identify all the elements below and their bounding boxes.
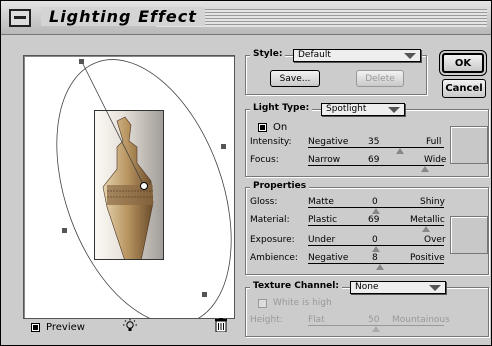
- focus-label: Focus:: [250, 155, 279, 165]
- intensity-low: Negative: [308, 137, 349, 147]
- ambience-thumb[interactable]: [376, 264, 384, 270]
- intensity-high: Full: [426, 137, 442, 147]
- gloss-value: 0: [372, 197, 378, 207]
- title-bar[interactable]: Lighting Effect: [1, 1, 491, 35]
- delete-button[interactable]: Delete: [356, 70, 404, 87]
- ambience-high: Positive: [410, 253, 445, 263]
- height-slider[interactable]: Height: Flat 50 Mountainous: [246, 312, 450, 334]
- ambience-value: 8: [372, 253, 378, 263]
- gloss-high: Shiny: [420, 197, 445, 207]
- light-on-label: On: [273, 122, 288, 133]
- window-title: Lighting Effect: [41, 7, 205, 26]
- intensity-value: 35: [368, 137, 380, 147]
- light-type-popup-value: Spotlight: [326, 104, 367, 114]
- ambient-color-swatch[interactable]: [450, 216, 488, 254]
- height-thumb[interactable]: [372, 326, 380, 332]
- exposure-label: Exposure:: [250, 235, 295, 245]
- style-popup[interactable]: Default: [293, 49, 421, 62]
- material-high: Metallic: [410, 215, 445, 225]
- ambience-slider[interactable]: Ambience: Negative 8 Positive: [246, 250, 446, 272]
- light-color-swatch[interactable]: [450, 126, 488, 164]
- texture-channel-value: None: [355, 282, 379, 292]
- ambience-label: Ambience:: [250, 253, 298, 263]
- lighting-effect-dialog: Lighting Effect Preview Style: Default S…: [0, 0, 492, 346]
- gloss-low: Matte: [308, 197, 334, 207]
- intensity-label: Intensity:: [250, 137, 292, 147]
- focus-thumb[interactable]: [421, 166, 429, 172]
- texture-channel-popup[interactable]: None: [350, 281, 446, 294]
- material-label: Material:: [250, 215, 290, 225]
- preview-canvas[interactable]: [23, 55, 235, 319]
- light-on-checkbox[interactable]: On: [258, 122, 287, 133]
- style-popup-value: Default: [298, 50, 331, 60]
- style-label: Style:: [250, 49, 286, 59]
- focus-value: 69: [368, 155, 380, 165]
- exposure-high: Over: [424, 235, 446, 245]
- exposure-low: Under: [308, 235, 336, 245]
- close-box-icon[interactable]: [9, 9, 31, 27]
- gloss-label: Gloss:: [250, 197, 278, 207]
- trash-icon[interactable]: [215, 318, 227, 333]
- height-value: 50: [368, 315, 380, 325]
- height-low: Flat: [308, 315, 325, 325]
- ok-button[interactable]: OK: [442, 53, 484, 73]
- height-high: Mountainous: [392, 315, 450, 325]
- preview-checkbox-box[interactable]: [31, 323, 40, 332]
- exposure-value: 0: [372, 235, 378, 245]
- focus-low: Narrow: [308, 155, 341, 165]
- height-label: Height:: [250, 315, 283, 325]
- material-low: Plastic: [308, 215, 338, 225]
- light-bulb-icon[interactable]: [123, 319, 137, 337]
- ambience-low: Negative: [308, 253, 349, 263]
- texture-group: Texture Channel: None White is high Heig…: [245, 281, 489, 337]
- white-is-high-checkbox[interactable]: White is high: [258, 298, 332, 308]
- focus-slider[interactable]: Focus: Narrow 69 Wide: [246, 152, 446, 174]
- light-type-group: Light Type: Spotlight On Intensity: Nega…: [245, 103, 489, 177]
- texture-channel-label: Texture Channel:: [250, 281, 342, 291]
- properties-label: Properties: [250, 181, 310, 191]
- preview-label: Preview: [46, 322, 85, 333]
- light-type-popup[interactable]: Spotlight: [321, 103, 405, 116]
- title-bar-stripes: [156, 9, 487, 27]
- light-ellipse[interactable]: [24, 56, 235, 319]
- save-button[interactable]: Save...: [270, 70, 320, 87]
- light-type-label: Light Type:: [250, 103, 313, 113]
- style-group: Style: Default Save... Delete: [245, 49, 427, 95]
- white-is-high-box[interactable]: [258, 298, 267, 308]
- white-is-high-label: White is high: [273, 298, 332, 308]
- properties-group: Properties Gloss: Matte 0 Shiny Material…: [245, 181, 489, 275]
- light-on-checkbox-box[interactable]: [258, 123, 267, 132]
- material-value: 69: [368, 215, 380, 225]
- cancel-button[interactable]: Cancel: [442, 79, 486, 98]
- intensity-track[interactable]: [308, 147, 444, 148]
- material-slider[interactable]: Material: Plastic 69 Metallic: [246, 212, 446, 234]
- preview-checkbox[interactable]: Preview: [31, 322, 85, 333]
- focus-high: Wide: [424, 155, 447, 165]
